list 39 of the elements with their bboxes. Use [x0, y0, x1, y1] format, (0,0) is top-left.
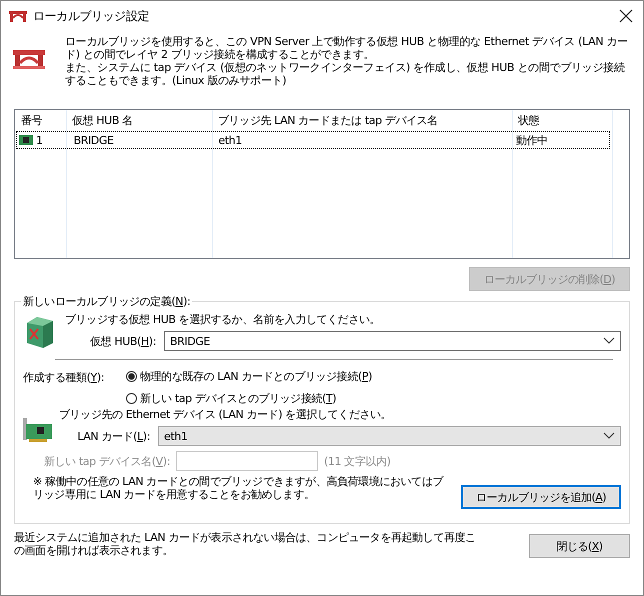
tap-name-label: 新しい tap デバイス名(V):: [42, 454, 170, 468]
card-prompt: ブリッジ先の Ethernet デバイス (LAN カード) を選択してください。: [59, 407, 392, 423]
column-header[interactable]: 状態: [512, 112, 612, 128]
list-row[interactable]: 1 BRIDGE eth1 動作中: [17, 132, 609, 148]
footer-note: 最近システムに追加された LAN カードが表示されない場合は、コンピュータを再起動して再度この画面を開ければ表示されます。: [14, 531, 477, 558]
add-bridge-button[interactable]: ローカルブリッジを追加(A): [461, 485, 621, 509]
radio-label[interactable]: 物理的な既存の LAN カードとのブリッジ接続(P): [140, 368, 372, 384]
close-icon[interactable]: [619, 9, 633, 23]
radio-button[interactable]: [126, 370, 137, 382]
table-cell: BRIDGE: [74, 134, 114, 146]
chevron-down-icon[interactable]: [603, 337, 615, 345]
bridge-icon: [13, 49, 45, 69]
hub-label: 仮想 HUB(H):: [89, 334, 157, 348]
close-button[interactable]: 閉じる(X): [529, 534, 630, 558]
bridge-icon: [9, 10, 27, 22]
column-header[interactable]: ブリッジ先 LAN カードまたは tap デバイス名: [212, 112, 512, 128]
table-cell: 1: [36, 134, 43, 146]
chevron-down-icon[interactable]: [603, 432, 615, 440]
radio-label[interactable]: 新しい tap デバイスとのブリッジ接続(T): [140, 390, 336, 406]
radio-button[interactable]: [126, 392, 137, 404]
note-text: ※ 稼働中の任意の LAN カードとの間でブリッジできますが、高負荷環境においてはブリッジ専用に LAN カードを用意することをお勧めします。: [33, 475, 445, 501]
type-label: 作成する種類(Y):: [23, 370, 106, 386]
group-title: 新しいローカルブリッジの定義(N):: [22, 294, 192, 309]
table-cell: 動作中: [516, 132, 548, 148]
window-title: ローカルブリッジ設定: [33, 8, 150, 24]
bridge-list[interactable]: 番号 仮想 HUB 名 ブリッジ先 LAN カードまたは tap デバイス名 状態 1 BRIDGE eth1 動作中: [14, 109, 630, 259]
column-header[interactable]: 仮想 HUB 名: [66, 112, 212, 128]
table-cell: eth1: [218, 134, 242, 146]
length-hint: (11 文字以内): [324, 454, 390, 468]
description-text: ローカルブリッジを使用すると、この VPN Server 上で動作する仮想 HUB と物理的な Ethernet デバイス (LAN カード) との間でレイヤ 2 ブリッジ接続を構成することができます。: [65, 35, 629, 61]
hub-prompt: ブリッジする仮想 HUB を選択するか、名前を入力してください。: [65, 312, 382, 328]
lan-card-label: LAN カード(L):: [76, 428, 151, 444]
network-card-icon: [23, 418, 53, 444]
description-text: また、システムに tap デバイス (仮想のネットワークインターフェイス) を作成し、仮想 HUB との間でブリッジ接続することもできます。(Linux 版のみサポート): [65, 61, 626, 87]
hub-icon: [25, 315, 55, 349]
network-card-icon: [19, 135, 33, 145]
column-header[interactable]: 番号: [15, 112, 66, 128]
hub-combo[interactable]: BRIDGE: [164, 331, 621, 351]
lan-card-dropdown[interactable]: eth1: [158, 426, 621, 446]
